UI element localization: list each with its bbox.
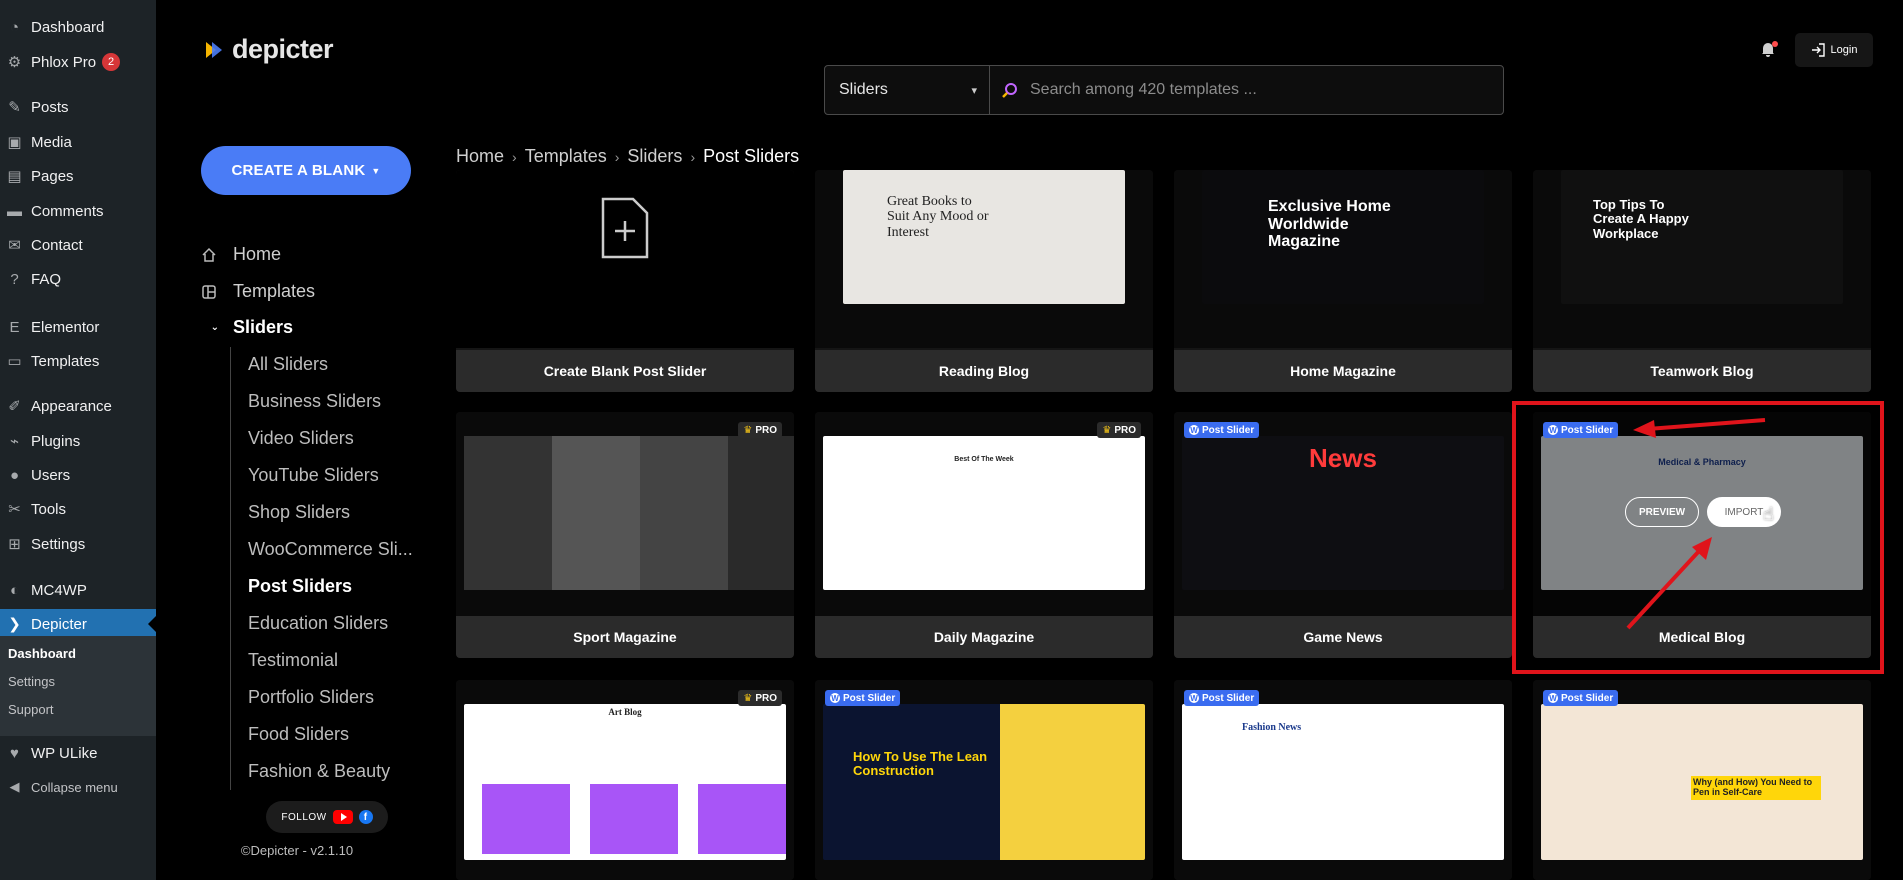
wordpress-icon: W: [1189, 425, 1199, 435]
badge-label: Post Slider: [1202, 692, 1255, 704]
post-slider-badge: W Post Slider: [1184, 690, 1260, 706]
pro-badge: ♛ PRO: [738, 422, 782, 438]
badge-label: PRO: [1114, 424, 1136, 436]
annotation-arrows: [1626, 418, 1766, 630]
badge-label: Post Slider: [843, 692, 896, 704]
pro-badge: ♛ PRO: [738, 690, 782, 706]
post-slider-badge: W Post Slider: [1543, 422, 1619, 438]
wordpress-icon: W: [1548, 425, 1558, 435]
crown-icon: ♛: [743, 424, 753, 436]
post-slider-badge: W Post Slider: [825, 690, 901, 706]
wordpress-icon: W: [1548, 693, 1558, 703]
post-slider-badge: W Post Slider: [1543, 690, 1619, 706]
badge-label: Post Slider: [1561, 692, 1614, 704]
wordpress-icon: W: [1189, 693, 1199, 703]
badge-label: Post Slider: [1202, 424, 1255, 436]
post-slider-badge: W Post Slider: [1184, 422, 1260, 438]
wordpress-icon: W: [830, 693, 840, 703]
badge-label: PRO: [755, 692, 777, 704]
badge-label: PRO: [755, 424, 777, 436]
pro-badge: ♛ PRO: [1097, 422, 1141, 438]
badge-label: Post Slider: [1561, 424, 1614, 436]
crown-icon: ♛: [743, 692, 753, 704]
crown-icon: ♛: [1102, 424, 1112, 436]
